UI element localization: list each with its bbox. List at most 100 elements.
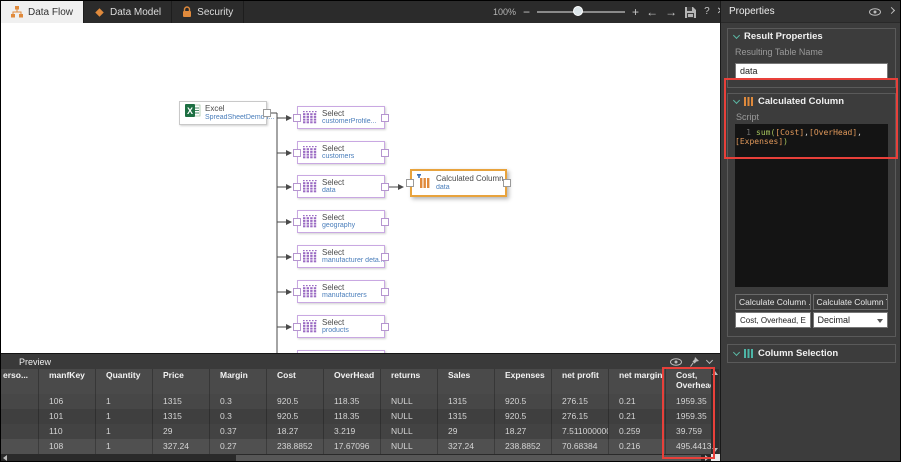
select-node-manufacturer-deta[interactable]: Selectmanufacturer deta... — [297, 245, 385, 268]
column-type-dropdown[interactable]: Decimal — [813, 312, 889, 328]
table-row[interactable]: 101113150.3920.5118.35NULL1315920.5276.1… — [1, 409, 711, 424]
table-row[interactable]: 106113150.3920.5118.35NULL1315920.5276.1… — [1, 394, 711, 409]
table-cell: 0.259 — [609, 424, 666, 439]
calculate-column-name-button[interactable]: Calculate Column ... — [735, 294, 811, 310]
output-port[interactable] — [381, 218, 389, 226]
select-node-customers[interactable]: Selectcustomers — [297, 141, 385, 164]
save-icon[interactable] — [684, 6, 697, 19]
column-header[interactable]: returns — [381, 369, 438, 394]
input-port[interactable] — [293, 149, 301, 157]
canvas-toolbar: 100% − + ← → ? ✕ — [493, 1, 725, 23]
table-cell: 29 — [153, 424, 210, 439]
data-flow-canvas[interactable]: X Excel SpreadSheetDemo I... Selectcusto… — [1, 23, 720, 353]
table-cell: 118.35 — [324, 409, 381, 424]
input-port[interactable] — [293, 114, 301, 122]
column-header[interactable]: OverHead — [324, 369, 381, 394]
node-title: Select — [322, 178, 344, 188]
input-port[interactable] — [293, 183, 301, 191]
input-port[interactable] — [293, 323, 301, 331]
resulting-table-name-input[interactable] — [735, 63, 888, 79]
pin-icon[interactable] — [690, 357, 699, 367]
section-title: Result Properties — [744, 31, 823, 42]
output-port[interactable] — [381, 114, 389, 122]
table-cell — [1, 394, 39, 409]
tab-security[interactable]: Security — [172, 1, 244, 23]
column-header[interactable]: manfKey — [39, 369, 96, 394]
table-cell: 495.44136 — [666, 439, 712, 454]
table-header-row: erso...manfKeyQuantityPriceMarginCostOve… — [1, 369, 711, 394]
column-header[interactable]: net profit — [552, 369, 609, 394]
input-port[interactable] — [293, 253, 301, 261]
tab-data-flow[interactable]: Data Flow — [1, 1, 84, 23]
undo-button[interactable]: ← — [646, 1, 658, 23]
table-cell: 110 — [39, 424, 96, 439]
preview-vertical-scrollbar[interactable] — [711, 369, 719, 454]
output-port[interactable] — [381, 288, 389, 296]
calculate-column-type-button[interactable]: Calculate Column T... — [813, 294, 889, 310]
table-cell: 327.24 — [438, 439, 495, 454]
node-title: Calculated Column... — [436, 174, 510, 184]
select-node-geography[interactable]: Selectgeography — [297, 210, 385, 233]
select-node-products[interactable]: Selectproducts — [297, 315, 385, 338]
preview-horizontal-scrollbar[interactable] — [1, 454, 711, 462]
scroll-down-icon[interactable] — [712, 448, 718, 452]
scroll-left-icon[interactable] — [3, 455, 7, 461]
table-cell: 7.5110000000... — [552, 424, 609, 439]
zoom-out-button[interactable]: − — [523, 1, 530, 23]
output-port[interactable] — [381, 183, 389, 191]
column-header[interactable]: Price — [153, 369, 210, 394]
output-port[interactable] — [381, 323, 389, 331]
column-name-input[interactable] — [735, 312, 811, 328]
column-selection-section-header[interactable]: Column Selection — [728, 345, 895, 362]
table-cell: 1 — [96, 439, 153, 454]
node-subtitle: manufacturers — [322, 292, 367, 300]
table-cell — [1, 409, 39, 424]
column-header[interactable]: Cost, Overhead,... — [666, 369, 712, 394]
table-row[interactable]: 1081327.240.27238.885217.67096NULL327.24… — [1, 439, 711, 454]
zoom-slider-thumb[interactable] — [573, 6, 583, 16]
scroll-right-icon[interactable] — [705, 455, 709, 461]
select-node-customerProfile[interactable]: SelectcustomerProfile... — [297, 106, 385, 129]
preview-table[interactable]: erso...manfKeyQuantityPriceMarginCostOve… — [1, 369, 711, 454]
eye-icon[interactable] — [869, 8, 881, 16]
excel-source-node[interactable]: X Excel SpreadSheetDemo I... — [179, 101, 267, 125]
select-node-manufacturers[interactable]: Selectmanufacturers — [297, 280, 385, 303]
input-port[interactable] — [293, 288, 301, 296]
script-editor[interactable]: 1sum([Cost],[OverHead],[Expenses]) — [735, 124, 888, 287]
hscroll-thumb[interactable] — [236, 455, 701, 462]
scroll-up-icon[interactable] — [712, 371, 718, 375]
select-node-data[interactable]: Selectdata — [297, 175, 385, 198]
table-cell: 3.219 — [324, 424, 381, 439]
column-header[interactable]: Expenses — [495, 369, 552, 394]
column-header[interactable]: Sales — [438, 369, 495, 394]
table-cell: 327.24 — [153, 439, 210, 454]
input-port[interactable] — [293, 218, 301, 226]
tab-label: Data Model — [110, 7, 161, 18]
column-header[interactable]: net margin — [609, 369, 666, 394]
table-row[interactable]: 1101290.3718.273.219NULL2918.277.5110000… — [1, 424, 711, 439]
column-header[interactable]: Margin — [210, 369, 267, 394]
result-properties-section-header[interactable]: Result Properties — [728, 29, 895, 44]
output-port[interactable] — [381, 149, 389, 157]
column-header[interactable]: erso... — [1, 369, 39, 394]
column-header[interactable]: Cost — [267, 369, 324, 394]
help-button[interactable]: ? — [704, 1, 710, 23]
column-header[interactable]: Quantity — [96, 369, 153, 394]
collapse-preview-icon[interactable] — [706, 357, 713, 364]
chevron-down-icon — [733, 32, 740, 39]
calculated-column-section-header[interactable]: Calculated Column — [728, 94, 895, 109]
output-port[interactable] — [263, 109, 271, 117]
input-port[interactable] — [406, 179, 414, 187]
output-port[interactable] — [381, 253, 389, 261]
redo-button[interactable]: → — [665, 1, 677, 23]
node-title: Select — [322, 248, 385, 258]
eye-icon[interactable] — [670, 358, 682, 366]
calculated-column-node[interactable]: Calculated Column... data — [410, 169, 507, 197]
table-cell: 1315 — [438, 394, 495, 409]
collapse-panel-icon[interactable] — [888, 7, 895, 14]
zoom-slider[interactable] — [537, 1, 625, 23]
output-port[interactable] — [503, 179, 511, 187]
zoom-in-button[interactable]: + — [632, 1, 639, 23]
select-grid-icon — [303, 111, 318, 124]
tab-data-model[interactable]: Data Model — [84, 1, 172, 23]
